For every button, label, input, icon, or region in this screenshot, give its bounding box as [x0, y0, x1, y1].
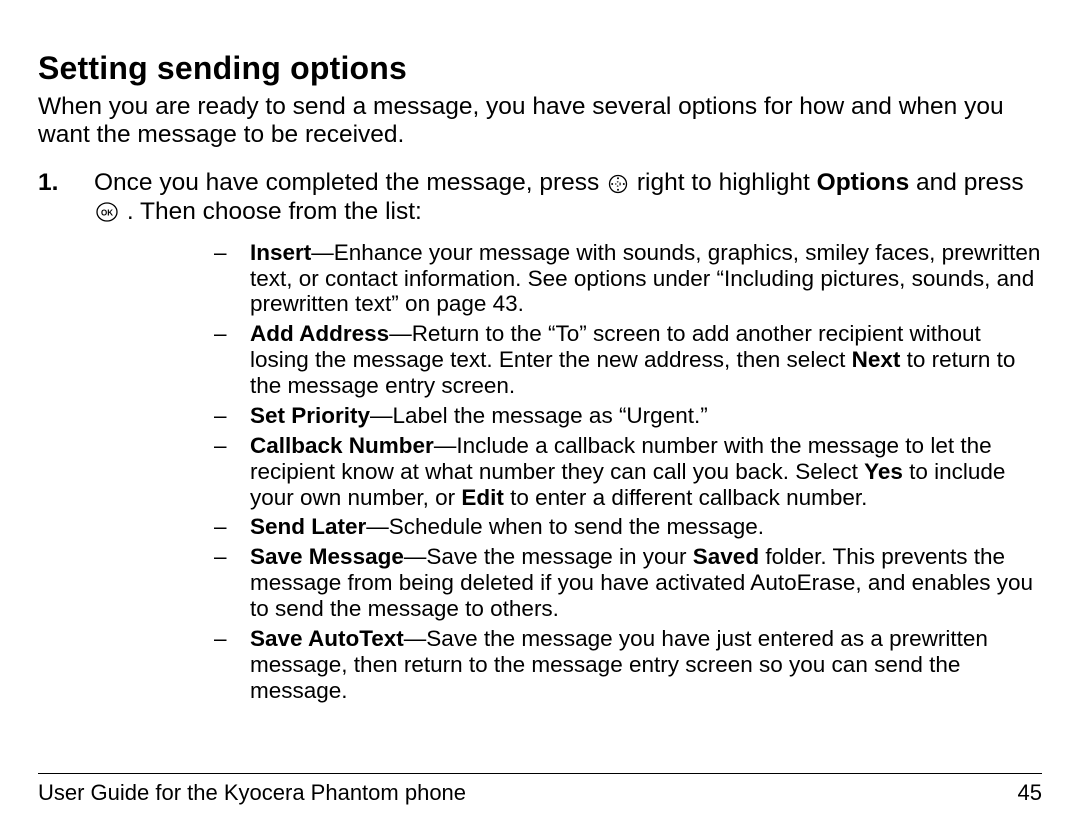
step-text-2: right to highlight — [637, 169, 817, 196]
intro-paragraph: When you are ready to send a message, yo… — [38, 93, 1042, 149]
edit-label: Edit — [461, 485, 504, 510]
step-text-1: Once you have completed the message, pre… — [94, 169, 606, 196]
option-term: Add Address — [250, 321, 389, 346]
footer-rule — [38, 773, 1042, 774]
step-text-4: . Then choose from the list: — [127, 198, 422, 225]
next-label: Next — [852, 347, 901, 372]
page-footer: User Guide for the Kyocera Phantom phone… — [38, 773, 1042, 806]
yes-label: Yes — [864, 459, 903, 484]
option-term: Send Later — [250, 514, 366, 539]
ok-key-icon: OK — [96, 201, 118, 223]
step-number: 1. — [38, 169, 58, 197]
step-text-3: and press — [916, 169, 1024, 196]
option-save-message: Save Message—Save the message in your Sa… — [214, 544, 1042, 622]
option-body: —Label the message as “Urgent.” — [370, 403, 708, 428]
footer-title: User Guide for the Kyocera Phantom phone — [38, 780, 466, 806]
option-add-address: Add Address—Return to the “To” screen to… — [214, 321, 1042, 399]
option-body: to enter a different callback number. — [504, 485, 868, 510]
option-term: Save Message — [250, 544, 404, 569]
options-list: Insert—Enhance your message with sounds,… — [94, 240, 1042, 704]
options-label: Options — [817, 169, 910, 196]
step-1: 1. Once you have completed the message, … — [38, 169, 1042, 703]
page-number: 45 — [1018, 780, 1042, 806]
option-term: Set Priority — [250, 403, 370, 428]
option-save-autotext: Save AutoText—Save the message you have … — [214, 626, 1042, 704]
option-body: —Schedule when to send the message. — [366, 514, 764, 539]
option-term: Save AutoText — [250, 626, 404, 651]
option-term: Callback Number — [250, 433, 434, 458]
option-body: —Enhance your message with sounds, graph… — [250, 240, 1040, 317]
section-heading: Setting sending options — [38, 50, 1042, 87]
saved-label: Saved — [693, 544, 759, 569]
option-set-priority: Set Priority—Label the message as “Urgen… — [214, 403, 1042, 429]
option-send-later: Send Later—Schedule when to send the mes… — [214, 514, 1042, 540]
option-insert: Insert—Enhance your message with sounds,… — [214, 240, 1042, 318]
option-term: Insert — [250, 240, 311, 265]
option-body: —Save the message in your — [404, 544, 693, 569]
svg-text:OK: OK — [101, 209, 113, 218]
option-callback-number: Callback Number—Include a callback numbe… — [214, 433, 1042, 511]
nav-key-icon — [608, 174, 628, 194]
document-page: Setting sending options When you are rea… — [0, 0, 1080, 834]
